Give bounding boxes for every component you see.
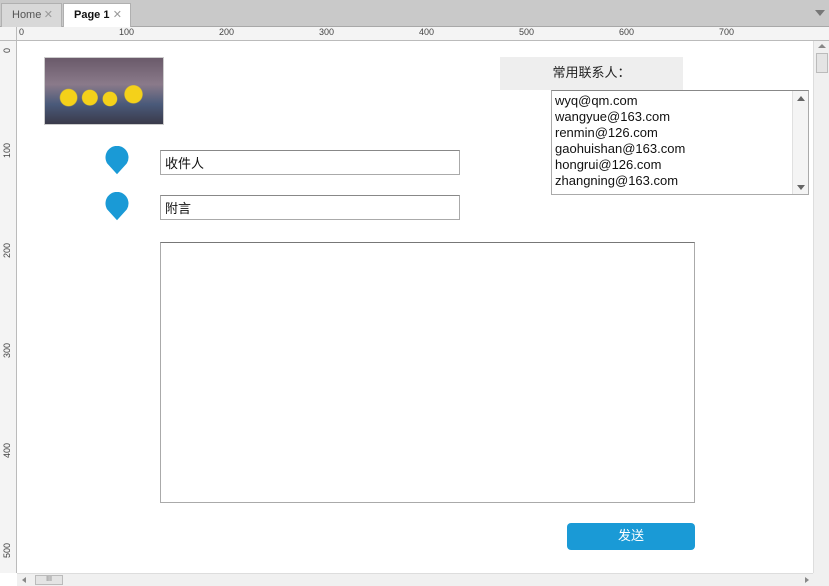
minions-image: [44, 57, 164, 125]
ruler-top-label: 300: [319, 27, 335, 37]
body-textarea[interactable]: [160, 242, 695, 503]
scroll-corner: [813, 573, 829, 586]
ruler-top-label: 500: [519, 27, 535, 37]
tab-bar: Home ✕ Page 1 ✕: [0, 0, 829, 28]
contacts-header: 常用联系人：: [500, 57, 683, 90]
ruler-left-label: 0: [2, 47, 12, 53]
message-input[interactable]: [160, 195, 460, 220]
scroll-up-icon[interactable]: [818, 44, 826, 48]
ruler-top-label: 200: [219, 27, 235, 37]
ruler-top-label: 700: [719, 27, 735, 37]
tab-page-1[interactable]: Page 1 ✕: [63, 3, 131, 28]
send-button[interactable]: 发送: [567, 523, 695, 550]
ruler-left-label: 100: [2, 142, 12, 158]
tab-home-label: Home: [12, 9, 42, 21]
list-item[interactable]: wyq@qm.com: [555, 93, 808, 109]
scroll-right-icon[interactable]: [805, 577, 809, 583]
scroll-down-icon[interactable]: [797, 185, 805, 190]
ruler-left-label: 200: [2, 242, 12, 258]
ruler-left: 0 100 200 300 400 500: [0, 41, 17, 573]
vertical-scroll-thumb[interactable]: [816, 53, 828, 73]
ruler-left-label: 400: [2, 442, 12, 458]
horizontal-scrollbar[interactable]: III: [17, 573, 829, 586]
ruler-top-label: 600: [619, 27, 635, 37]
horizontal-scroll-thumb[interactable]: III: [35, 575, 63, 585]
list-item[interactable]: wangyue@163.com: [555, 109, 808, 125]
list-item[interactable]: hongrui@126.com: [555, 157, 808, 173]
close-icon[interactable]: ✕: [113, 4, 122, 26]
ruler-top-label: 0: [19, 27, 25, 37]
map-pin-icon: [104, 190, 130, 222]
list-item[interactable]: renmin@126.com: [555, 125, 808, 141]
ruler-top-label: 400: [419, 27, 435, 37]
contacts-list: wyq@qm.com wangyue@163.com renmin@126.co…: [552, 91, 808, 189]
ruler-corner: [0, 27, 17, 41]
tab-page-1-label: Page 1: [74, 9, 110, 21]
ruler-left-label: 300: [2, 342, 12, 358]
chevron-down-icon[interactable]: [815, 10, 825, 16]
ruler-top: 0 100 200 300 400 500 600 700: [17, 27, 829, 41]
tab-home[interactable]: Home ✕: [1, 3, 62, 27]
listbox-scrollbar[interactable]: [792, 91, 808, 194]
map-pin-icon: [104, 144, 130, 176]
ruler-left-label: 500: [2, 542, 12, 558]
close-icon[interactable]: ✕: [44, 4, 53, 26]
scroll-left-icon[interactable]: [22, 577, 26, 583]
scroll-up-icon[interactable]: [797, 96, 805, 101]
list-item[interactable]: zhangning@163.com: [555, 173, 808, 189]
ruler-top-label: 100: [119, 27, 135, 37]
list-item[interactable]: gaohuishan@163.com: [555, 141, 808, 157]
vertical-scrollbar[interactable]: [813, 41, 829, 573]
contacts-listbox[interactable]: wyq@qm.com wangyue@163.com renmin@126.co…: [551, 90, 809, 195]
recipient-input[interactable]: [160, 150, 460, 175]
design-canvas: 常用联系人： wyq@qm.com wangyue@163.com renmin…: [18, 42, 813, 573]
